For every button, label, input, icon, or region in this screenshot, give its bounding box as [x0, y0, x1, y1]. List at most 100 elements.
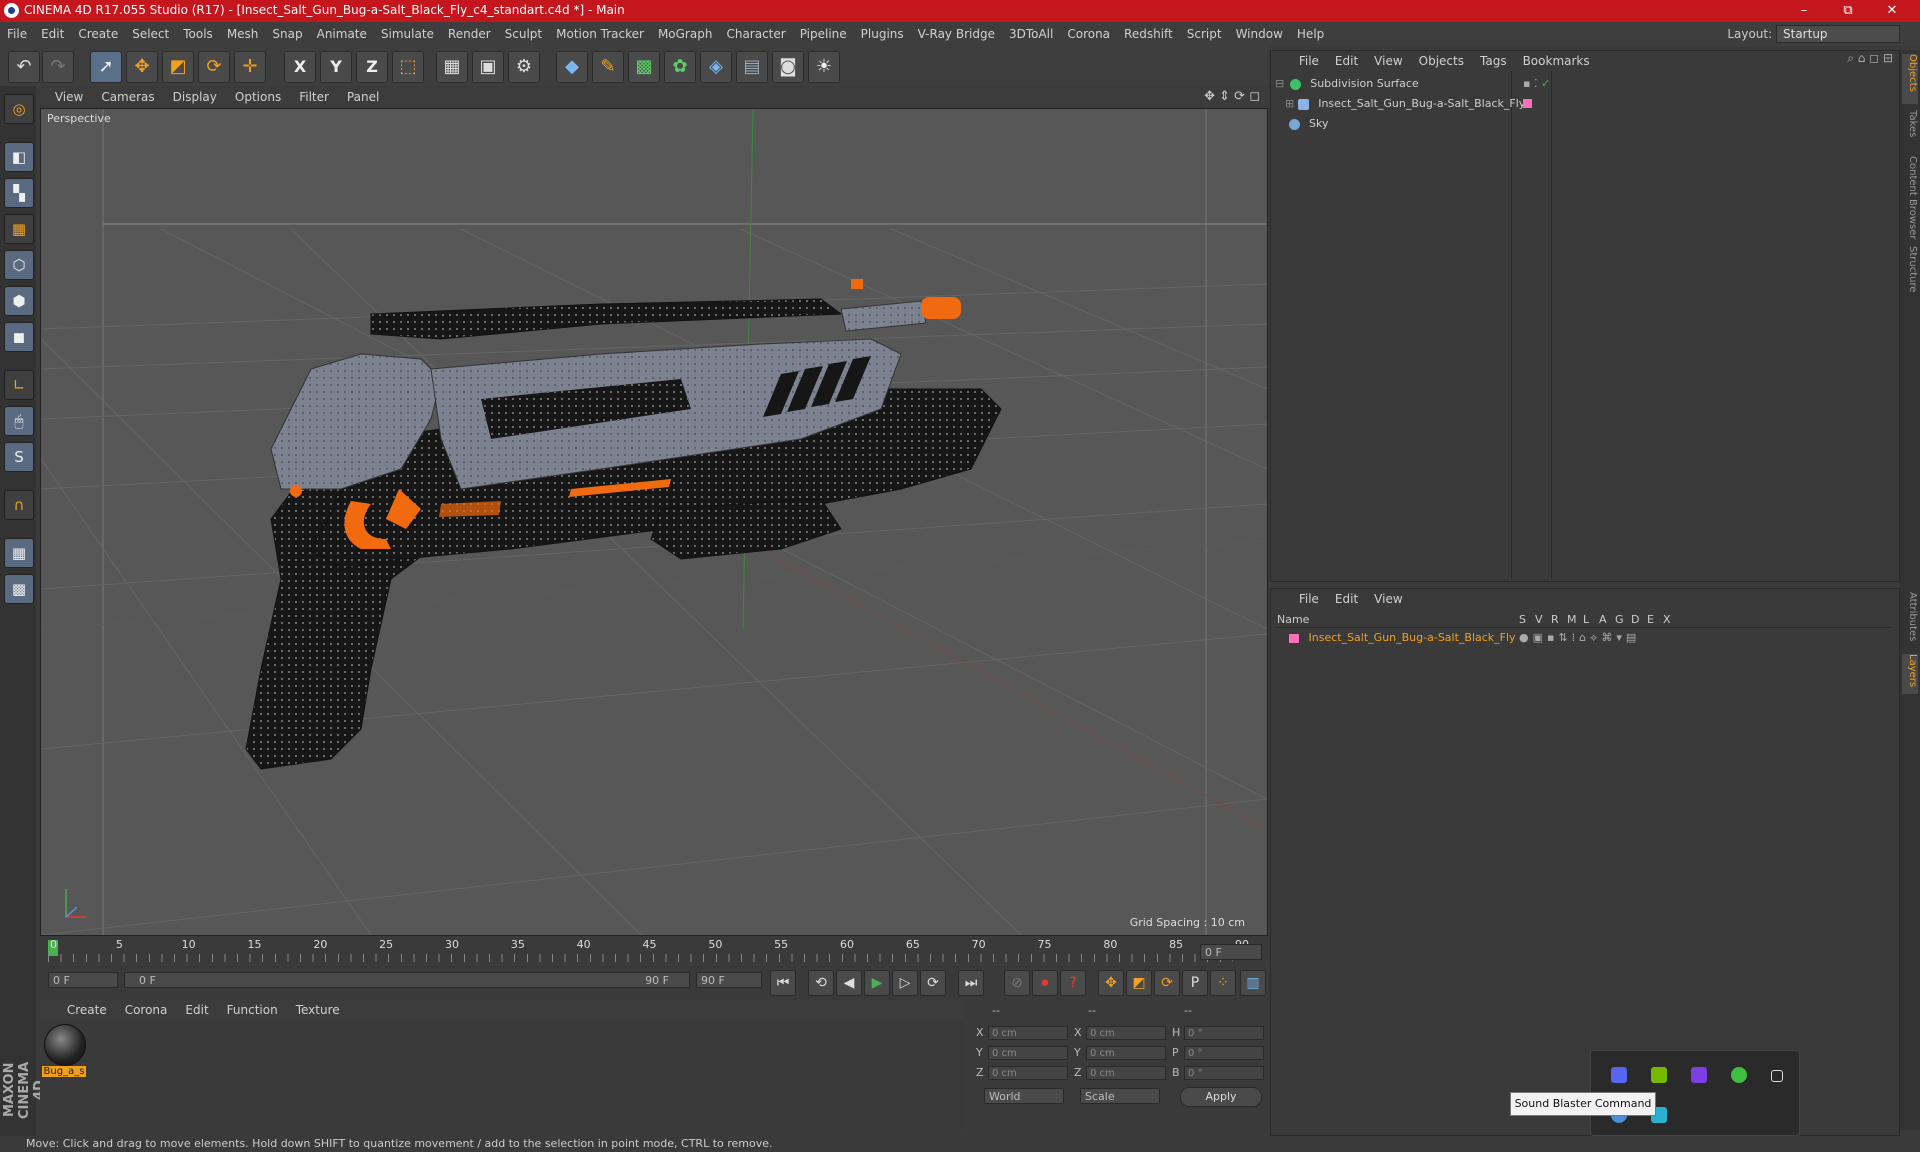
key-rotation-icon[interactable]: ⟳ — [1154, 970, 1180, 996]
layout-selector[interactable]: Layout: Startup — [1727, 25, 1900, 43]
coordinate-system-icon[interactable]: ⬚ — [392, 51, 424, 83]
apply-button[interactable]: Apply — [1180, 1087, 1262, 1107]
step-back-icon[interactable]: ◀ — [836, 970, 862, 996]
autokey-icon[interactable]: ⏺ — [1032, 970, 1058, 996]
pen-spline-icon[interactable]: ✎ — [592, 51, 624, 83]
rotate-tool-icon[interactable]: ⟳ — [198, 51, 230, 83]
frame-range-slider[interactable]: 0 F 90 F — [124, 972, 690, 988]
scale-tool-icon[interactable]: ◩ — [162, 51, 194, 83]
texture-mode-icon[interactable]: ▚ — [4, 178, 34, 208]
layer-name[interactable]: Insect_Salt_Gun_Bug-a-Salt_Black_Fly — [1309, 631, 1516, 644]
object-row[interactable]: Sky — [1275, 115, 1891, 133]
visibility-dots-icon[interactable]: ▪ ⁚ ✓ — [1523, 75, 1550, 93]
viewport-menu-view[interactable]: View — [46, 86, 92, 108]
live-select-icon[interactable]: ✛ — [234, 51, 266, 83]
viewport-perspective[interactable]: Perspective Grid Spacing : 10 cm — [40, 108, 1268, 936]
material-menu-corona[interactable]: Corona — [116, 1000, 177, 1020]
objects-menu-file[interactable]: File — [1291, 51, 1327, 71]
menu-redshift[interactable]: Redshift — [1117, 22, 1180, 46]
tab-structure[interactable]: Structure — [1902, 246, 1918, 298]
timeline-window-icon[interactable]: ▥ — [1240, 970, 1266, 996]
x-axis-toggle[interactable]: X — [284, 51, 316, 83]
menu-help[interactable]: Help — [1290, 22, 1331, 46]
objects-menu-bookmarks[interactable]: Bookmarks — [1515, 51, 1598, 71]
objects-menu-edit[interactable]: Edit — [1327, 51, 1366, 71]
menu-window[interactable]: Window — [1229, 22, 1290, 46]
render-settings-icon[interactable]: ⚙ — [508, 51, 540, 83]
key-position-icon[interactable]: ✥ — [1098, 970, 1124, 996]
menu-create[interactable]: Create — [71, 22, 125, 46]
layout-dropdown[interactable]: Startup — [1776, 25, 1900, 43]
render-view-icon[interactable]: ▦ — [436, 51, 468, 83]
menu-script[interactable]: Script — [1180, 22, 1229, 46]
keyframe-selection-icon[interactable]: ? — [1060, 970, 1086, 996]
key-scale-icon[interactable]: ◩ — [1126, 970, 1152, 996]
minimize-button[interactable]: – — [1784, 1, 1824, 21]
menu-edit[interactable]: Edit — [34, 22, 71, 46]
layers-menu-view[interactable]: View — [1366, 589, 1410, 609]
edges-mode-icon[interactable]: ⬢ — [4, 286, 34, 316]
coord-field[interactable]: 0 ° — [1184, 1046, 1264, 1060]
security-icon[interactable] — [1731, 1067, 1747, 1083]
app-tray-icon[interactable] — [1691, 1067, 1707, 1083]
layers-menu-edit[interactable]: Edit — [1327, 589, 1366, 609]
floor-icon[interactable]: ▤ — [736, 51, 768, 83]
viewport-menu-display[interactable]: Display — [164, 86, 226, 108]
material-name[interactable]: Bug_a_s — [42, 1066, 86, 1077]
workplane-mode-icon[interactable]: ▦ — [4, 214, 34, 244]
start-frame-field[interactable]: 0 F — [48, 972, 118, 988]
menu-vray-bridge[interactable]: V-Ray Bridge — [911, 22, 1002, 46]
step-forward-icon[interactable]: ▷ — [892, 970, 918, 996]
end-frame-field[interactable]: 90 F — [696, 972, 762, 988]
object-name[interactable]: Sky — [1309, 117, 1328, 130]
layer-color-swatch[interactable] — [1523, 99, 1532, 108]
tab-layers[interactable]: Layers — [1902, 654, 1918, 694]
material-menu-function[interactable]: Function — [218, 1000, 287, 1020]
menu-simulate[interactable]: Simulate — [374, 22, 441, 46]
menu-file[interactable]: File — [0, 22, 34, 46]
coord-field[interactable]: 0 cm — [988, 1066, 1068, 1080]
solo-mode-icon[interactable]: S — [4, 442, 34, 472]
material-menu-edit[interactable]: Edit — [176, 1000, 217, 1020]
objects-menu-tags[interactable]: Tags — [1472, 51, 1515, 71]
object-row[interactable]: ⊞ Insect_Salt_Gun_Bug-a-Salt_Black_Fly — [1275, 95, 1891, 113]
menu-snap[interactable]: Snap — [265, 22, 309, 46]
coord-field[interactable]: 0 ° — [1184, 1026, 1264, 1040]
coord-field[interactable]: 0 cm — [988, 1026, 1068, 1040]
menu-sculpt[interactable]: Sculpt — [498, 22, 549, 46]
current-frame-field[interactable]: 0 F — [1200, 944, 1262, 960]
object-manager-nav-icons[interactable]: ⌕ ⌂ ◻ ⊟ — [1847, 51, 1893, 66]
move-tool-icon[interactable]: ✥ — [126, 51, 158, 83]
tab-takes[interactable]: Takes — [1902, 110, 1918, 150]
tab-attributes[interactable]: Attributes — [1902, 592, 1918, 648]
layer-row[interactable]: Insect_Salt_Gun_Bug-a-Salt_Black_Fly ●▣▪… — [1275, 629, 1891, 647]
tweak-mode-icon[interactable]: 🖱 — [4, 406, 34, 436]
cube-primitive-icon[interactable]: ◆ — [556, 51, 588, 83]
y-axis-toggle[interactable]: Y — [320, 51, 352, 83]
previous-key-icon[interactable]: ⟲ — [808, 970, 834, 996]
key-parameter-icon[interactable]: P — [1182, 970, 1208, 996]
menu-mograph[interactable]: MoGraph — [651, 22, 720, 46]
menu-mesh[interactable]: Mesh — [220, 22, 266, 46]
nvidia-icon[interactable] — [1651, 1067, 1667, 1083]
material-preview[interactable] — [44, 1024, 86, 1066]
object-name[interactable]: Subdivision Surface — [1310, 77, 1418, 90]
coord-field[interactable]: 0 ° — [1184, 1066, 1264, 1080]
menu-3dtoall[interactable]: 3DToAll — [1002, 22, 1060, 46]
object-row[interactable]: ⊟ Subdivision Surface ▪ ⁚ ✓ — [1275, 75, 1891, 93]
record-keys-icon[interactable]: ⊘ — [1004, 970, 1030, 996]
layer-toggle-icons[interactable]: ●▣▪⇅⁞⌂⟡⌘▾▤ — [1519, 629, 1640, 647]
render-picture-viewer-icon[interactable]: ▣ — [472, 51, 504, 83]
workplane-lock-icon[interactable]: ▦ — [4, 538, 34, 568]
z-axis-toggle[interactable]: Z — [356, 51, 388, 83]
menu-pipeline[interactable]: Pipeline — [793, 22, 854, 46]
goto-start-icon[interactable]: ⏮ — [770, 970, 796, 996]
key-pla-icon[interactable]: ⁘ — [1210, 970, 1236, 996]
deformer-icon[interactable]: ◈ — [700, 51, 732, 83]
coord-field[interactable]: 0 cm — [1086, 1066, 1166, 1080]
points-mode-icon[interactable]: ⬡ — [4, 250, 34, 280]
tab-content-browser[interactable]: Content Browser — [1902, 156, 1918, 240]
maximize-button[interactable]: ⧉ — [1828, 1, 1868, 21]
polygons-mode-icon[interactable]: ◼ — [4, 322, 34, 352]
material-menu-create[interactable]: Create — [58, 1000, 116, 1020]
